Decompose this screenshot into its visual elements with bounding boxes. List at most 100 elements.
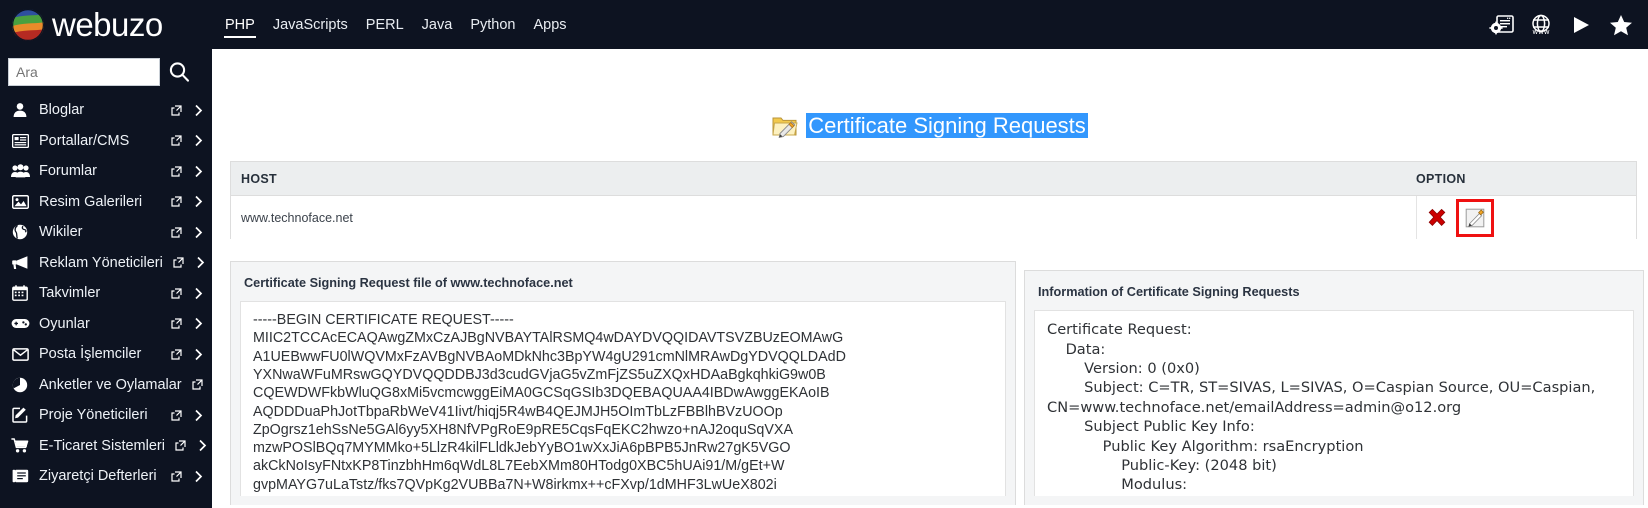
delete-icon[interactable]	[1426, 207, 1448, 229]
csr-line: mzwPOSlBQq7MYMMko+5LlzR4kilFLldkJebYyBO1…	[253, 440, 791, 457]
external-link-icon[interactable]	[169, 471, 183, 482]
external-link-icon[interactable]	[169, 318, 183, 329]
info-line: Version: 0 (0x0)	[1047, 359, 1200, 377]
sidebar-item-label: Takvimler	[39, 285, 101, 301]
star-icon[interactable]	[1608, 13, 1634, 37]
topnav-item-php[interactable]: PHP	[224, 4, 256, 46]
sidebar-item-label: Anketler ve Oylamalar	[39, 376, 182, 393]
shopping-cart-icon	[10, 437, 30, 455]
edit-icon[interactable]	[1465, 208, 1485, 228]
sidebar-item-resim-galerileri[interactable]: Resim Galerileri	[0, 187, 212, 218]
external-link-icon[interactable]	[169, 410, 183, 421]
external-link-icon[interactable]	[169, 196, 183, 207]
column-header-option: OPTION	[1416, 171, 1466, 186]
sidebar-item-forumlar[interactable]: Forumlar	[0, 156, 212, 187]
sidebar-item-wikiler[interactable]: Wikiler	[0, 217, 212, 248]
main-content: Certificate Signing Requests HOST OPTION…	[212, 49, 1648, 508]
external-link-icon[interactable]	[174, 440, 188, 451]
csr-panel-title: Certificate Signing Request file of www.…	[244, 276, 573, 291]
sidebar-item-label: Forumlar	[39, 163, 98, 179]
cell-host: www.technoface.net	[241, 210, 353, 225]
external-link-icon[interactable]	[172, 257, 186, 268]
cell-option	[1416, 196, 1636, 240]
envelope-icon	[10, 345, 30, 363]
sidebar-item-anketler-ve-oylamalar[interactable]: Anketler ve Oylamalar	[0, 370, 212, 401]
info-text-area: Certificate Request: Data: Version: 0 (0…	[1034, 310, 1634, 497]
sidebar-item-posta-islemciler[interactable]: Posta İşlemciler	[0, 339, 212, 370]
external-link-icon[interactable]	[191, 379, 205, 390]
sidebar-item-portallar-cms[interactable]: Portallar/CMS	[0, 126, 212, 157]
csr-line: gvpMAYG7uLaTstz/fks7QVpKg2VUBBa7N+W8irkm…	[253, 476, 777, 493]
sidebar-item-label: E-Ticaret Sistemleri	[39, 437, 165, 454]
sidebar-item-takvimler[interactable]: Takvimler	[0, 278, 212, 309]
sidebar-item-label: Posta İşlemciler	[39, 346, 142, 362]
sidebar-item-ziyaretci-defterleri[interactable]: Ziyaretçi Defterleri	[0, 461, 212, 492]
folder-pencil-icon	[772, 114, 798, 138]
info-line: Subject Public Key Info:	[1047, 418, 1255, 436]
chevron-right-icon[interactable]	[195, 256, 207, 269]
panels-row: Certificate Signing Request file of www.…	[230, 261, 1648, 506]
external-link-icon[interactable]	[169, 349, 183, 360]
edit-icon-highlight[interactable]	[1456, 198, 1494, 237]
search-icon[interactable]	[166, 59, 192, 85]
sidebar-item-e-ticaret-sistemleri[interactable]: E-Ticaret Sistemleri	[0, 431, 212, 462]
user-icon	[10, 101, 30, 119]
page-title: Certificate Signing Requests	[806, 113, 1088, 139]
external-link-icon[interactable]	[169, 288, 183, 299]
chevron-right-icon[interactable]	[192, 195, 204, 208]
chevron-right-icon[interactable]	[192, 226, 204, 239]
external-link-icon[interactable]	[169, 227, 183, 238]
play-icon[interactable]	[1568, 13, 1594, 37]
topnav-item-perl[interactable]: PERL	[365, 4, 405, 46]
sidebar-item-label: Oyunlar	[39, 315, 90, 332]
brand-name: webuzo	[52, 6, 163, 43]
topnav-item-java[interactable]: Java	[421, 4, 454, 46]
www-globe-icon[interactable]: www	[1528, 13, 1554, 37]
chevron-right-icon[interactable]	[197, 439, 209, 452]
chevron-right-icon[interactable]	[192, 134, 204, 147]
info-line: Public Key Algorithm: rsaEncryption	[1047, 437, 1364, 455]
chevron-right-icon[interactable]	[192, 317, 204, 330]
info-line: Public-Key: (2048 bit)	[1047, 456, 1277, 474]
page-title-row: Certificate Signing Requests	[212, 49, 1648, 139]
chevron-right-icon[interactable]	[192, 104, 204, 117]
sidebar-item-proje-yoneticileri[interactable]: Proje Yöneticileri	[0, 400, 212, 431]
sidebar-item-reklam-yoneticileri[interactable]: Reklam Yöneticileri	[0, 248, 212, 279]
sidebar-item-label: Wikiler	[39, 224, 83, 240]
csr-line: -----BEGIN CERTIFICATE REQUEST-----	[253, 312, 514, 329]
sidebar-item-oyunlar[interactable]: Oyunlar	[0, 309, 212, 340]
table-row: www.technoface.net	[231, 196, 1636, 240]
search-input[interactable]	[8, 58, 160, 86]
edit-square-icon	[10, 406, 30, 424]
sidebar-item-label: Ziyaretçi Defterleri	[39, 468, 157, 484]
table-header-row: HOST OPTION	[231, 162, 1636, 197]
external-link-icon[interactable]	[169, 135, 183, 146]
chevron-right-icon[interactable]	[192, 348, 204, 361]
csr-line: ZpOgrsz1ehSsNe5GAl6yy5XH8NfVPgRoE9pRE5Cq…	[253, 421, 793, 438]
chevron-right-icon[interactable]	[192, 470, 204, 483]
sidebar-item-bloglar[interactable]: Bloglar	[0, 95, 212, 126]
csr-line: akCkNoIsyFNtxKP8TinzbhHm6qWdL8L7EebXMm80…	[253, 458, 785, 475]
topnav-item-python[interactable]: Python	[469, 4, 516, 46]
chevron-right-icon[interactable]	[192, 287, 204, 300]
image-icon	[10, 193, 30, 211]
top-bar: webuzo PHP JavaScripts PERL Java Python …	[0, 0, 1648, 49]
topnav-item-apps[interactable]: Apps	[532, 4, 567, 46]
users-group-icon	[10, 162, 30, 180]
csr-text-area[interactable]: -----BEGIN CERTIFICATE REQUEST----- MIIC…	[240, 301, 1006, 497]
topnav-item-javascripts[interactable]: JavaScripts	[272, 4, 349, 46]
csr-line: AQDDDuaPhJotTbpaRbWeV41Iivt/hiqj5R4wB4QE…	[253, 403, 783, 420]
webuzo-sphere-logo-icon	[8, 5, 48, 45]
external-link-icon[interactable]	[169, 105, 183, 116]
csr-line: A1UEBwwFU0lWQVMxFzAVBgNVBAoMDkNhc3BpYW4g…	[253, 348, 846, 365]
sidebar-nav-list: Bloglar Portallar/CMS Forumlar Resim Gal…	[0, 95, 212, 492]
chevron-right-icon[interactable]	[192, 409, 204, 422]
sidebar-item-label: Resim Galerileri	[39, 193, 143, 210]
chevron-right-icon[interactable]	[192, 165, 204, 178]
brand[interactable]: webuzo	[0, 0, 212, 49]
external-link-icon[interactable]	[169, 166, 183, 177]
info-panel-title: Information of Certificate Signing Reque…	[1038, 285, 1300, 300]
sidebar-item-label: Bloglar	[39, 102, 85, 118]
top-bar-icons: www	[1488, 13, 1648, 37]
server-settings-icon[interactable]	[1488, 13, 1514, 37]
